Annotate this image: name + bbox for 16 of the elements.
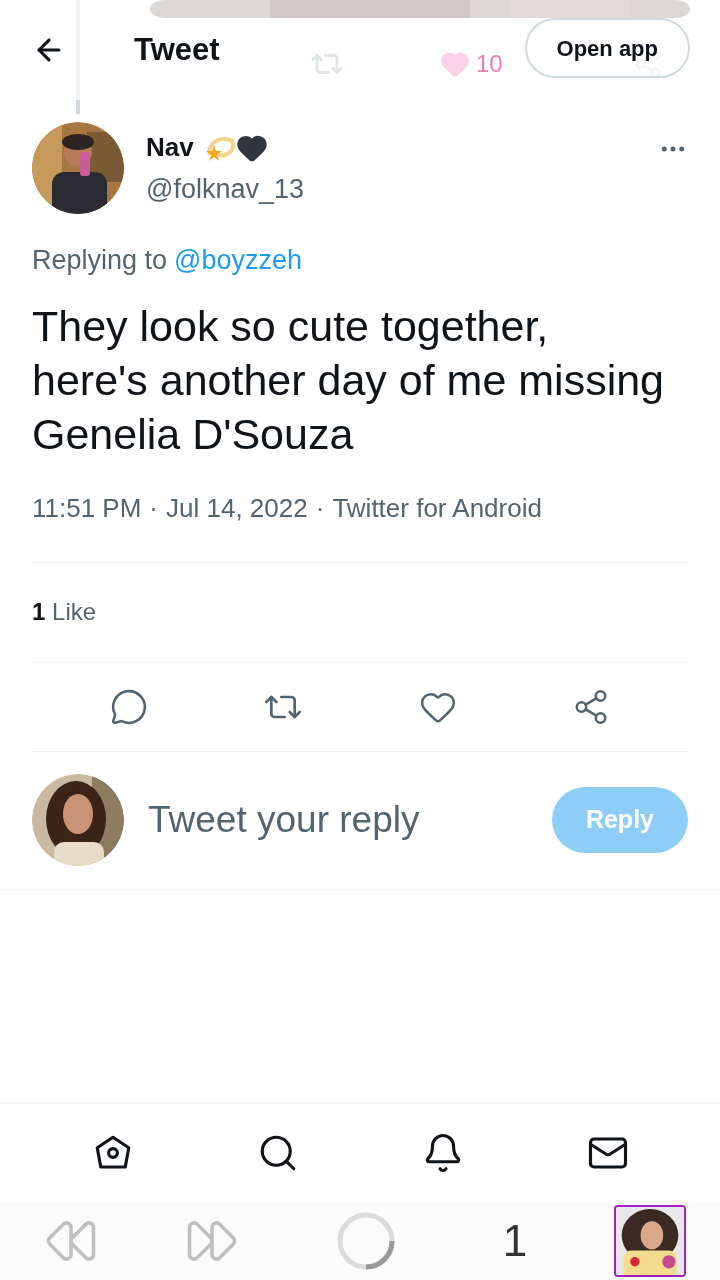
separator-dot: · [149,491,159,525]
tweet-text: They look so cute together, here's another day of me missing Genelia D'Souza [31,300,666,460]
source-link[interactable]: Twitter for Android [332,488,542,528]
like-count: 10 [476,49,503,79]
page-title: Tweet [134,30,220,69]
tweet-date: Jul 14, 2022 [166,491,308,525]
tweet-time: 11:51 PM [32,491,142,525]
separator-dot: · [315,491,325,525]
likes-count[interactable]: 1 Like [32,594,97,630]
replying-label: Replying to [32,244,168,277]
open-app-button[interactable]: Open app [524,18,690,78]
user-name: Nav [146,131,194,164]
user-handle: @folknav_13 [146,173,304,206]
tab-count[interactable]: 1 [502,1208,528,1274]
reply-icon[interactable] [109,687,148,726]
loading-icon [335,1211,396,1271]
